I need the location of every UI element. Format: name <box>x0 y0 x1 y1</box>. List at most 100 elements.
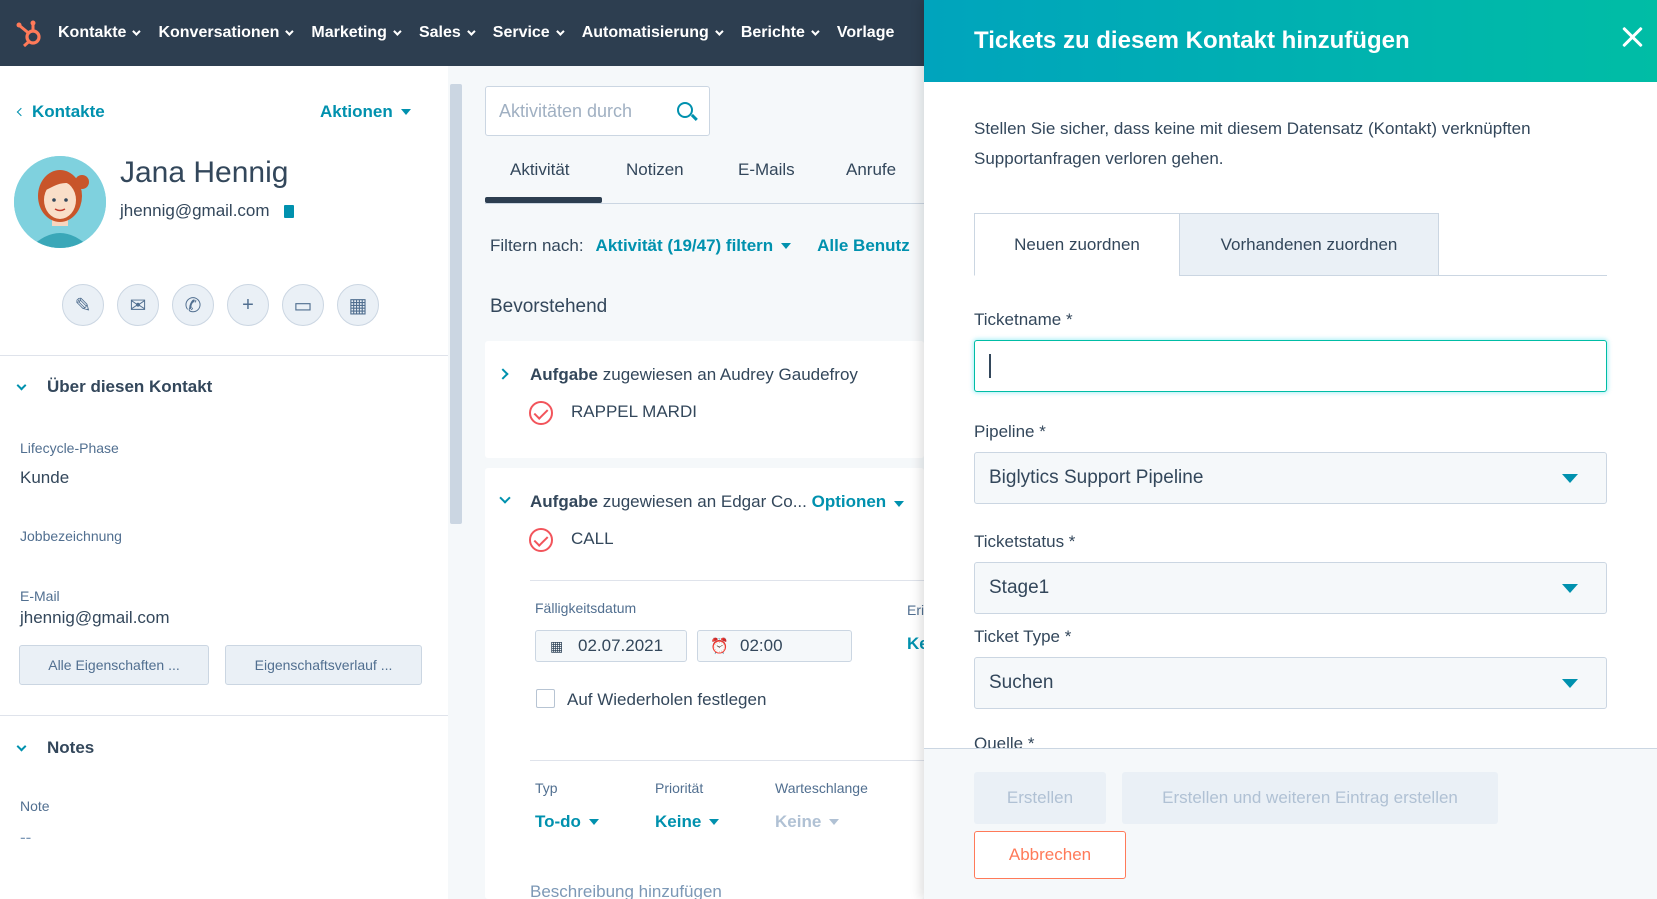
nav-label: Automatisierung <box>581 24 709 41</box>
avatar <box>14 156 106 248</box>
email-value[interactable]: jhennig@gmail.com <box>20 608 170 628</box>
note-label: Note <box>20 798 50 814</box>
task-title[interactable]: RAPPEL MARDI <box>571 402 697 422</box>
dropdown-arrow-icon <box>1562 584 1578 593</box>
due-date-label: Fälligkeitsdatum <box>535 600 637 616</box>
priority-label: Priorität <box>655 780 704 796</box>
create-button[interactable]: Erstellen <box>974 772 1106 824</box>
note-value[interactable]: -- <box>20 828 31 848</box>
close-icon[interactable] <box>1619 24 1645 50</box>
reminder-label: Eri <box>907 602 925 618</box>
plus-icon[interactable]: + <box>227 284 269 326</box>
queue-label: Warteschlange <box>775 780 868 796</box>
create-another-button[interactable]: Erstellen und weiteren Eintrag erstellen <box>1122 772 1498 824</box>
priority-dropdown[interactable]: Keine <box>655 812 720 832</box>
pipeline-select[interactable]: Biglytics Support Pipeline <box>974 452 1607 504</box>
add-ticket-panel: Tickets zu diesem Kontakt hinzufügen Ste… <box>924 0 1657 899</box>
nav-label: Marketing <box>311 24 387 41</box>
nav-konversationen[interactable]: Konversationen <box>158 24 295 42</box>
note-icon[interactable]: ✎ <box>62 284 104 326</box>
nav-sales[interactable]: Sales <box>419 24 476 42</box>
priority-value: Keine <box>655 812 702 831</box>
upcoming-heading: Bevorstehend <box>490 296 608 317</box>
nav-vorlagen[interactable]: Vorlage <box>837 24 895 42</box>
task-card: Aufgabe zugewiesen an Audrey Gaudefroy R… <box>485 341 924 458</box>
divider <box>530 760 924 761</box>
status-label: Ticketstatus * <box>974 532 1076 551</box>
caret-down-icon <box>709 819 720 825</box>
notes-section-toggle[interactable]: Notes <box>14 738 94 758</box>
chevron-down-icon <box>16 741 27 751</box>
nav-label: Berichte <box>740 24 805 41</box>
task-kind: Aufgabe <box>530 365 598 384</box>
nav-service[interactable]: Service <box>493 24 565 42</box>
task-complete-icon[interactable] <box>529 528 553 552</box>
chevron-down-icon <box>555 27 565 36</box>
lifecycle-value[interactable]: Kunde <box>20 468 69 488</box>
due-date-value: 02.07.2021 <box>578 636 664 655</box>
phone-icon[interactable]: ✆ <box>172 284 214 326</box>
type-dropdown[interactable]: To-do <box>535 812 599 832</box>
about-section-toggle[interactable]: Über diesen Kontakt <box>14 377 212 397</box>
task-options[interactable]: Optionen <box>812 492 887 511</box>
contact-email-text: jhennig@gmail.com <box>120 201 270 220</box>
search-icon[interactable] <box>677 102 693 118</box>
actions-dropdown[interactable]: Aktionen <box>320 102 411 122</box>
notes-section-title: Notes <box>47 738 95 757</box>
chevron-left-icon <box>16 107 26 117</box>
chevron-down-icon <box>285 27 295 36</box>
contact-email: jhennig@gmail.com <box>120 201 294 221</box>
ticket-type-select[interactable]: Suchen <box>974 657 1607 709</box>
activity-search-input[interactable]: Aktivitäten durch <box>485 86 710 136</box>
user-filter-dropdown[interactable]: Alle Benutz <box>817 236 910 256</box>
tab-notizen[interactable]: Notizen <box>626 160 684 180</box>
ticketname-input[interactable] <box>974 340 1607 392</box>
due-date-field[interactable]: ▦ 02.07.2021 <box>535 630 687 662</box>
divider <box>0 715 448 716</box>
task-header[interactable]: Aufgabe zugewiesen an Edgar Co... Option… <box>530 492 905 512</box>
repeat-checkbox[interactable] <box>536 689 555 708</box>
all-properties-button[interactable]: Alle Eigenschaften ... <box>19 645 209 685</box>
email-icon[interactable]: ✉ <box>117 284 159 326</box>
meeting-icon[interactable]: ▭ <box>282 284 324 326</box>
nav-marketing[interactable]: Marketing <box>311 24 402 42</box>
nav-berichte[interactable]: Berichte <box>740 24 820 42</box>
activity-filter-dropdown[interactable]: Aktivität (19/47) filtern <box>596 236 792 256</box>
assign-tabs: Neuen zuordnen Vorhandenen zuordnen <box>974 213 1607 276</box>
lifecycle-label: Lifecycle-Phase <box>20 440 119 456</box>
tab-anrufe[interactable]: Anrufe <box>846 160 896 180</box>
divider <box>530 580 924 581</box>
chevron-down-icon <box>393 27 402 36</box>
description-placeholder[interactable]: Beschreibung hinzufügen <box>530 882 722 899</box>
cancel-button[interactable]: Abbrechen <box>974 831 1126 879</box>
ticket-type-value: Suchen <box>989 672 1054 693</box>
status-select[interactable]: Stage1 <box>974 562 1607 614</box>
task-complete-icon[interactable] <box>529 401 553 425</box>
nav-automatisierung[interactable]: Automatisierung <box>581 24 724 42</box>
task-card-expanded: Aufgabe zugewiesen an Edgar Co... Option… <box>485 468 929 899</box>
caret-down-icon <box>400 109 411 115</box>
tab-new[interactable]: Neuen zuordnen <box>974 213 1180 276</box>
caret-down-icon <box>829 819 840 825</box>
queue-dropdown[interactable]: Keine <box>775 812 840 832</box>
type-label: Typ <box>535 780 558 796</box>
due-time-field[interactable]: ⏰ 02:00 <box>697 630 852 662</box>
chevron-right-icon[interactable] <box>497 368 509 380</box>
nav-label: Vorlage <box>836 24 895 41</box>
tab-existing[interactable]: Vorhandenen zuordnen <box>1179 213 1439 276</box>
hubspot-logo-icon[interactable] <box>0 0 58 66</box>
copy-icon[interactable] <box>283 204 294 218</box>
task-header[interactable]: Aufgabe zugewiesen an Audrey Gaudefroy <box>530 365 858 385</box>
queue-value: Keine <box>775 812 822 831</box>
dropdown-arrow-icon <box>1562 474 1578 483</box>
sidebar-scroll-thumb[interactable] <box>450 84 462 524</box>
property-history-button[interactable]: Eigenschaftsverlauf ... <box>225 645 422 685</box>
back-to-contacts-link[interactable]: Kontakte <box>16 102 105 122</box>
tab-emails[interactable]: E-Mails <box>738 160 795 180</box>
task-title[interactable]: CALL <box>571 529 614 549</box>
tab-aktivitaet[interactable]: Aktivität <box>510 160 570 180</box>
calendar-icon[interactable]: ▦ <box>337 284 379 326</box>
quick-actions: ✎ ✉ ✆ + ▭ ▦ <box>62 284 392 326</box>
chevron-down-icon[interactable] <box>499 492 511 504</box>
nav-kontakte[interactable]: Kontakte <box>58 24 142 42</box>
